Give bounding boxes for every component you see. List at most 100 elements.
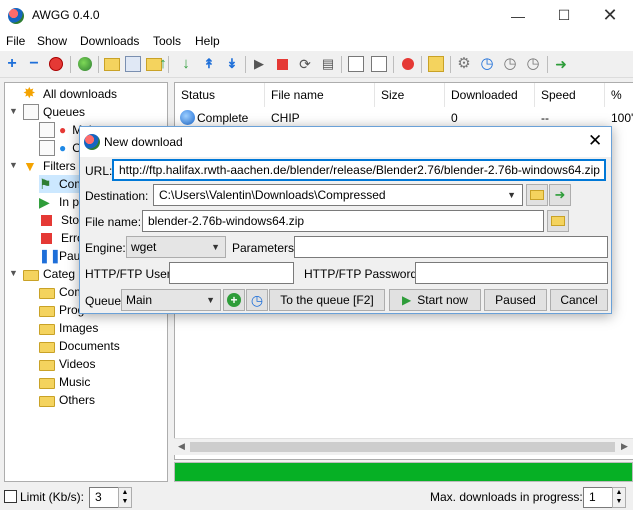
horizontal-scrollbar[interactable]: ◀ ▶: [174, 438, 633, 455]
destination-select[interactable]: C:\Users\Valentin\Downloads\Compressed ▼: [153, 184, 523, 206]
engine-select[interactable]: wget ▼: [126, 236, 226, 258]
http-user-input[interactable]: [169, 262, 294, 284]
filename-input[interactable]: blender-2.76b-windows64.zip: [142, 210, 544, 232]
properties-icon[interactable]: [348, 56, 364, 72]
tree-item-queue-other[interactable]: ● O: [39, 139, 82, 157]
tree-item-cat-videos[interactable]: Videos: [39, 355, 95, 373]
column-header-status[interactable]: Status: [175, 83, 265, 107]
dialog-close-icon[interactable]: ✕: [588, 131, 602, 151]
tree-item-all-downloads[interactable]: ✸ All downloads: [23, 85, 117, 103]
tree-item-queues[interactable]: Queues: [23, 103, 85, 121]
close-button[interactable]: ✕: [587, 0, 633, 31]
chevron-down-icon: ▼: [507, 190, 516, 200]
http-password-input[interactable]: [415, 262, 608, 284]
restart-icon[interactable]: ⟳: [297, 56, 313, 72]
column-header-size[interactable]: Size: [375, 83, 445, 107]
play-icon: ▶: [402, 293, 412, 307]
add-queue-button[interactable]: +: [223, 289, 245, 311]
tree-item-cat-images[interactable]: Images: [39, 319, 98, 337]
move-bottom-icon[interactable]: ↡: [224, 56, 240, 72]
http-user-label: HTTP/FTP User:: [85, 267, 175, 281]
collapse-queues-icon[interactable]: ▼: [9, 106, 19, 116]
scrollbar-thumb[interactable]: [190, 442, 615, 452]
folder-icon: [39, 288, 55, 299]
collapse-categories-icon[interactable]: ▼: [9, 268, 19, 278]
plus-icon: +: [227, 293, 241, 307]
add-icon[interactable]: +: [4, 56, 20, 72]
limit-spin-buttons[interactable]: ▲ ▼: [118, 487, 132, 508]
maximize-button[interactable]: ☐: [541, 0, 587, 31]
row-file-name: CHIP: [271, 111, 300, 125]
scroll-left-icon[interactable]: ◀: [178, 441, 185, 452]
column-header-downloaded[interactable]: Downloaded: [445, 83, 535, 107]
total-progress-bar: [174, 462, 633, 482]
folder-icon: [39, 396, 55, 407]
paused-button[interactable]: Paused: [484, 289, 547, 311]
scheduler-icon[interactable]: ◷: [525, 56, 541, 72]
status-bar: Limit (Kb/s): 3 ▲ ▼ Max. downloads in pro…: [0, 486, 633, 510]
table-row[interactable]: Complete CHIP 0 -- 100': [175, 109, 633, 127]
info-icon[interactable]: [371, 56, 387, 72]
play-icon: ▶: [39, 194, 50, 210]
tree-item-categories[interactable]: Categ: [23, 265, 75, 283]
menu-help[interactable]: Help: [195, 34, 220, 48]
complete-icon: ⚑: [39, 176, 52, 192]
limit-input[interactable]: 3: [89, 487, 119, 508]
column-header-percent[interactable]: %: [605, 83, 633, 107]
queue-select[interactable]: Main ▼: [121, 289, 221, 311]
start-now-button[interactable]: ▶ Start now: [389, 289, 481, 311]
move-down-icon[interactable]: ↓: [178, 56, 194, 72]
dialog-title: New download: [104, 135, 183, 149]
tree-item-filter-in-progress[interactable]: ▶ In pr: [39, 193, 83, 211]
tree-item-cat-others[interactable]: Others: [39, 391, 95, 409]
parameters-input[interactable]: [294, 236, 608, 258]
error-icon: [41, 232, 52, 244]
column-header-speed[interactable]: Speed: [535, 83, 605, 107]
chevron-down-icon: ▼: [211, 242, 220, 252]
minimize-button[interactable]: —: [495, 0, 541, 31]
copy-link-icon[interactable]: ▤: [320, 56, 336, 72]
open-destination-button[interactable]: ➜: [549, 184, 571, 206]
tree-item-filter-error[interactable]: Erro: [39, 229, 84, 247]
menu-tools[interactable]: Tools: [153, 34, 181, 48]
tree-item-cat-music[interactable]: Music: [39, 373, 90, 391]
record-icon[interactable]: [400, 56, 416, 72]
scroll-right-icon[interactable]: ▶: [621, 441, 628, 452]
collapse-filters-icon[interactable]: ▼: [9, 160, 19, 170]
start-icon[interactable]: ▶: [251, 56, 267, 72]
clock-settings-icon[interactable]: ◷: [502, 56, 518, 72]
max-downloads-input[interactable]: 1: [583, 487, 613, 508]
to-the-queue-button[interactable]: To the queue [F2]: [269, 289, 385, 311]
cancel-button[interactable]: Cancel: [550, 289, 608, 311]
gear-icon[interactable]: ⚙: [456, 56, 472, 72]
globe-icon: [180, 110, 195, 125]
schedule-queue-button[interactable]: ◷: [246, 289, 268, 311]
clock-icon[interactable]: ◷: [479, 56, 495, 72]
move-up-icon[interactable]: ↑: [155, 56, 171, 72]
tree-item-cat-documents[interactable]: Documents: [39, 337, 120, 355]
column-header-file-name[interactable]: File name: [265, 83, 375, 107]
stop-all-icon[interactable]: [48, 56, 64, 72]
menu-downloads[interactable]: Downloads: [80, 34, 139, 48]
globe-icon[interactable]: [77, 56, 93, 72]
menu-show[interactable]: Show: [37, 34, 67, 48]
clipboard-icon[interactable]: [428, 56, 444, 72]
url-input[interactable]: http://ftp.halifax.rwth-aachen.de/blende…: [112, 159, 606, 181]
browse-folder-button[interactable]: [526, 184, 548, 206]
copy-icon[interactable]: [125, 56, 141, 72]
tree-item-cat-compressed[interactable]: Com: [39, 283, 84, 301]
stop-icon[interactable]: [274, 56, 290, 72]
max-downloads-spin-buttons[interactable]: ▲ ▼: [612, 487, 626, 508]
tree-item-cat-programs[interactable]: Prog: [39, 301, 84, 319]
folder-icon: [39, 378, 55, 389]
remove-icon[interactable]: −: [26, 56, 42, 72]
move-top-icon[interactable]: ↟: [201, 56, 217, 72]
exit-icon[interactable]: ➜: [553, 56, 569, 72]
tree-item-filters[interactable]: ▼ Filters: [23, 157, 76, 175]
limit-checkbox[interactable]: [4, 490, 17, 503]
app-logo-icon: [8, 8, 24, 24]
row-downloaded: 0: [451, 111, 458, 125]
menu-file[interactable]: File: [6, 34, 25, 48]
open-folder-icon[interactable]: [104, 58, 120, 71]
rename-button[interactable]: [547, 210, 569, 232]
